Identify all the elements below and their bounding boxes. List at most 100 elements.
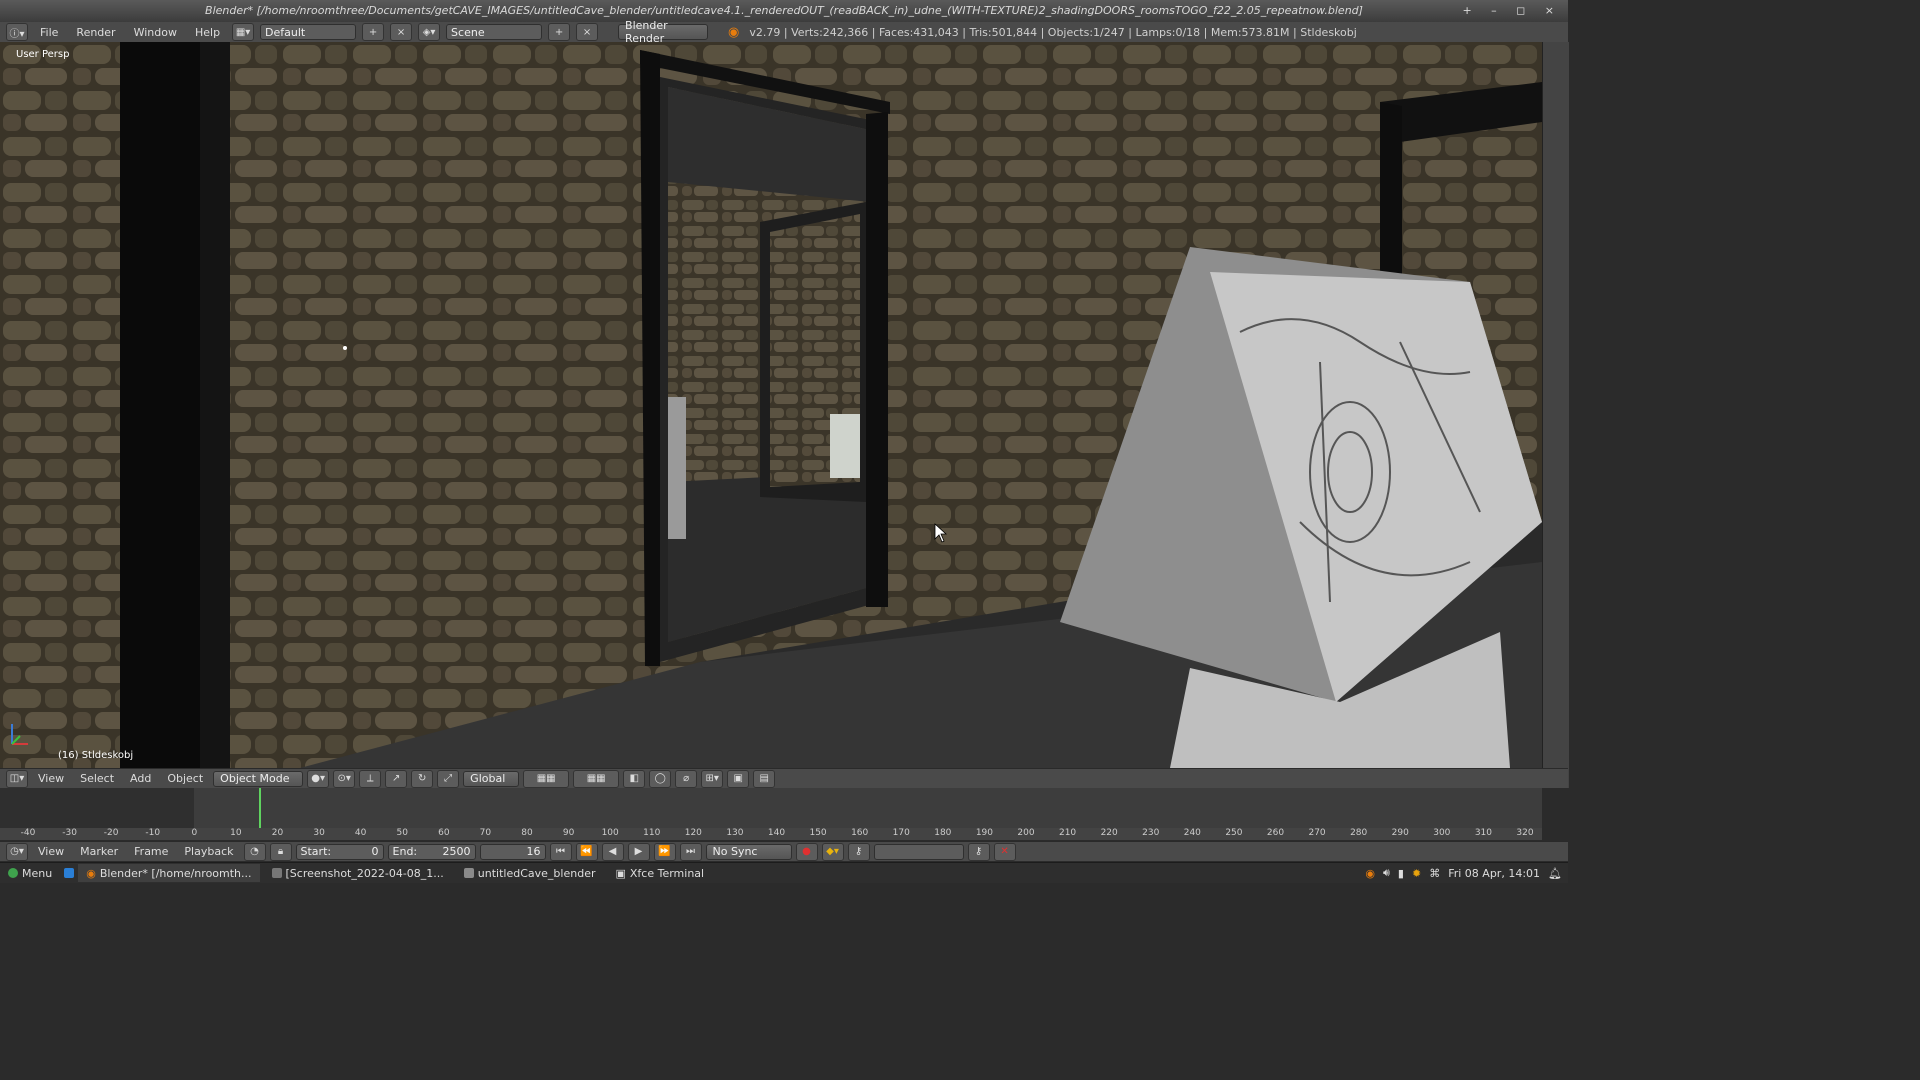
timeline-tick-label: 220 xyxy=(1100,828,1118,838)
timeline-tick-label: 160 xyxy=(851,828,869,838)
view3d-menu-object[interactable]: Object xyxy=(161,772,209,785)
window-controls[interactable]: + – ◻ × xyxy=(1462,0,1562,22)
timeline-tick-label: 260 xyxy=(1266,828,1285,838)
opengl-render-icon[interactable]: ▣ xyxy=(727,769,750,788)
window-titlebar: Blender* [/home/nroomthree/Documents/get… xyxy=(0,0,1568,22)
screen-layout-icon[interactable]: ▦▾ xyxy=(232,23,255,41)
jump-end-icon[interactable]: ⏭ xyxy=(679,842,702,861)
delete-keyframe-icon[interactable]: ✕ xyxy=(993,842,1016,861)
menu-render[interactable]: Render xyxy=(70,26,121,39)
timeline-tick-label: 110 xyxy=(643,828,661,838)
scale-icon[interactable]: ⤢ xyxy=(437,769,460,788)
taskbar-menu-button[interactable]: Menu xyxy=(0,864,60,882)
timeline-tick-label: 10 xyxy=(230,828,242,838)
battery-icon[interactable]: ▮ xyxy=(1398,867,1404,880)
menu-window[interactable]: Window xyxy=(128,26,183,39)
scene-icon[interactable]: ◈▾ xyxy=(418,23,441,41)
current-frame-field[interactable]: 16 xyxy=(479,843,546,860)
view3d-menu-add[interactable]: Add xyxy=(124,772,157,785)
layers-2-icon[interactable]: ▦▦ xyxy=(573,769,620,788)
remove-layout-icon[interactable]: × xyxy=(390,23,413,41)
update-icon[interactable]: ✹ xyxy=(1412,867,1421,880)
insert-keyframe-icon[interactable]: ⚷ xyxy=(967,842,990,861)
viewport-shading-icon[interactable]: ●▾ xyxy=(307,769,330,788)
add-layout-icon[interactable]: + xyxy=(362,23,385,41)
screen-layout-field[interactable]: Default xyxy=(260,24,357,40)
timeline-playhead[interactable] xyxy=(259,788,261,828)
show-desktop-icon[interactable] xyxy=(64,868,75,878)
task-blender-label: Blender* [/home/nroomth... xyxy=(99,866,252,880)
volume-icon[interactable]: 🔊︎ xyxy=(1383,866,1390,880)
timeline-negative-range xyxy=(0,788,194,828)
task-screenshot[interactable]: [Screenshot_2022-04-08_1... xyxy=(264,864,452,882)
timeline-tick-label: 20 xyxy=(271,828,284,838)
menu-file[interactable]: File xyxy=(34,26,64,39)
mode-dropdown[interactable]: Object Mode xyxy=(213,770,304,787)
start-frame-field[interactable]: Start: 0 xyxy=(295,843,384,860)
translate-icon[interactable]: ↗ xyxy=(385,769,408,788)
proportional-edit-icon[interactable]: ◯ xyxy=(649,769,672,788)
timeline-tick-label: 170 xyxy=(892,828,910,838)
task-blender[interactable]: ◉ Blender* [/home/nroomth... xyxy=(78,864,260,882)
system-taskbar: Menu ◉ Blender* [/home/nroomth... [Scree… xyxy=(0,862,1568,883)
record-icon[interactable]: ● xyxy=(795,842,818,861)
active-keying-set-field[interactable] xyxy=(873,843,964,860)
task-file-manager-label: untitledCave_blender xyxy=(477,866,596,880)
view3d-menu-view[interactable]: View xyxy=(32,772,70,785)
pivot-point-icon[interactable]: ⊙▾ xyxy=(333,769,356,788)
timeline-tick-label: 150 xyxy=(809,828,827,838)
sync-dropdown[interactable]: No Sync xyxy=(705,843,792,860)
axis-gizmo-icon xyxy=(11,724,28,745)
task-file-manager[interactable]: untitledCave_blender xyxy=(456,864,604,882)
timeline-tick-label: -30 xyxy=(62,828,77,838)
play-icon[interactable]: ▶ xyxy=(627,842,650,861)
timeline-tick-label: 320 xyxy=(1516,828,1534,838)
tray-blender-icon[interactable]: ◉ xyxy=(1365,867,1375,880)
layers-icon[interactable]: ▦▦ xyxy=(523,769,570,788)
jump-start-icon[interactable]: ⏮ xyxy=(549,842,572,861)
keyframe-key-icon[interactable]: ⚷ xyxy=(847,842,870,861)
play-reverse-icon[interactable]: ◀ xyxy=(601,842,624,861)
keying-set-icon[interactable]: ◆▾ xyxy=(821,842,844,861)
lock-time-icon[interactable]: 🔒︎ xyxy=(269,842,292,861)
start-frame-label: Start: xyxy=(300,845,332,858)
timeline-menu-frame[interactable]: Frame xyxy=(128,845,174,858)
timeline-menu-playback[interactable]: Playback xyxy=(178,845,239,858)
snap-element-icon[interactable]: ⊞▾ xyxy=(701,769,724,788)
info-header: ⓘ▾ File Render Window Help ▦▾ Default + … xyxy=(0,19,1568,45)
add-scene-icon[interactable]: + xyxy=(548,23,571,41)
view3d-editor-type-icon[interactable]: ◫▾ xyxy=(6,769,28,788)
lock-icon[interactable]: ◧ xyxy=(623,769,646,788)
end-frame-value: 2500 xyxy=(442,845,471,858)
rotate-icon[interactable]: ↻ xyxy=(411,769,434,788)
view3d-header: ◫▾ View Select Add Object Object Mode ●▾… xyxy=(0,768,1568,788)
timeline-area[interactable]: -40 -30 -20 -10 0 10 20 30 40 50 60 70 80 90 100 110 120… xyxy=(0,788,1542,840)
preview-range-icon[interactable]: ◔ xyxy=(243,842,266,861)
timeline-menu-marker[interactable]: Marker xyxy=(74,845,124,858)
manipulator-icon[interactable]: ⟂ xyxy=(359,769,382,788)
scene-field[interactable]: Scene xyxy=(446,24,543,40)
timeline-header: ◷▾ View Marker Frame Playback ◔ 🔒︎ Start… xyxy=(0,841,1568,861)
timeline-editor-type-icon[interactable]: ◷▾ xyxy=(6,842,28,861)
network-icon[interactable]: ⌘ xyxy=(1429,867,1440,880)
clock[interactable]: Fri 08 Apr, 14:01 xyxy=(1448,867,1540,880)
snap-icon[interactable]: ⌀ xyxy=(675,769,698,788)
end-frame-field[interactable]: End: 2500 xyxy=(387,843,476,860)
menu-help[interactable]: Help xyxy=(189,26,226,39)
3d-viewport[interactable]: User Persp (16) Stldeskobj xyxy=(0,42,1542,768)
transform-orientation-dropdown[interactable]: Global xyxy=(463,770,520,787)
notification-icon[interactable]: 🔔︎ xyxy=(1548,867,1562,880)
info-editor-type-icon[interactable]: ⓘ▾ xyxy=(6,23,28,41)
blender-logo-icon: ◉ xyxy=(728,24,740,40)
timeline-menu-view[interactable]: View xyxy=(32,845,70,858)
remove-scene-icon[interactable]: × xyxy=(576,23,599,41)
properties-tab-strip[interactable] xyxy=(1542,42,1569,788)
opengl-anim-icon[interactable]: ▤ xyxy=(753,769,776,788)
prev-keyframe-icon[interactable]: ⏪ xyxy=(575,842,598,861)
timeline-tick-label: 60 xyxy=(438,828,450,838)
view3d-menu-select[interactable]: Select xyxy=(74,772,120,785)
task-terminal[interactable]: ▣ Xfce Terminal xyxy=(607,864,712,882)
render-engine-dropdown[interactable]: Blender Render xyxy=(618,19,709,45)
next-keyframe-icon[interactable]: ⏩ xyxy=(653,842,676,861)
folder-task-icon xyxy=(463,868,474,878)
